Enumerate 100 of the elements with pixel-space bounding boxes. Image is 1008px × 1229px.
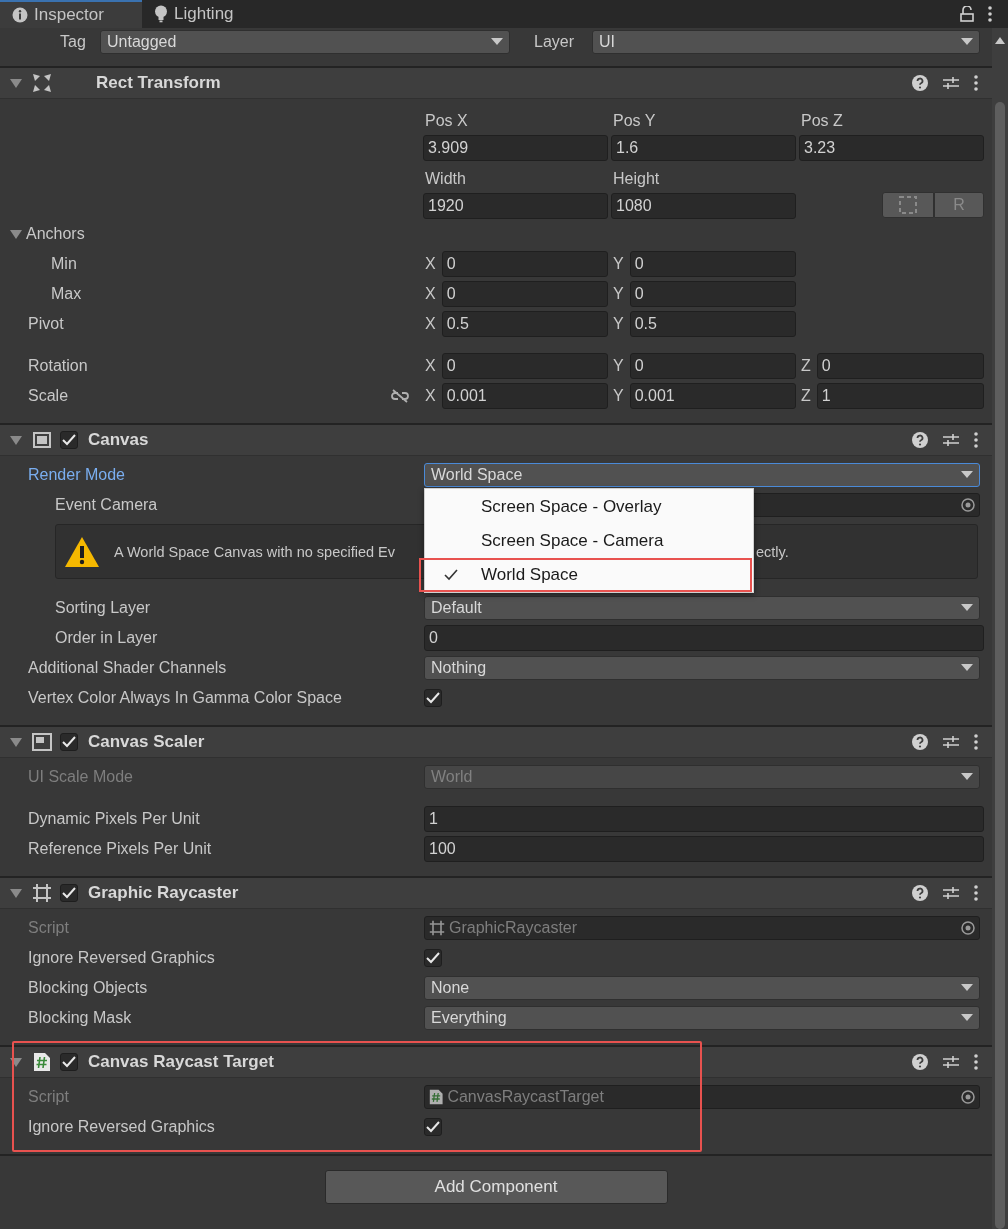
field-label: Blocking Mask	[27, 1009, 133, 1027]
text-field[interactable]: 0.5	[441, 311, 608, 337]
presets-sliders-icon[interactable]	[942, 734, 960, 750]
presets-sliders-icon[interactable]	[942, 1054, 960, 1070]
add-component-button[interactable]: Add Component	[324, 1170, 668, 1204]
component-header[interactable]: Graphic Raycaster	[0, 878, 992, 909]
dropdown[interactable]: Default	[424, 596, 980, 620]
presets-sliders-icon[interactable]	[942, 885, 960, 901]
layer-dropdown[interactable]: UI	[592, 30, 980, 54]
checkmark-icon	[443, 567, 459, 583]
text-field[interactable]: 1080	[611, 193, 796, 219]
text-field[interactable]: 3.909	[423, 135, 608, 161]
help-icon[interactable]	[912, 734, 928, 750]
field-label: Additional Shader Channels	[27, 659, 228, 677]
checkbox[interactable]	[60, 1053, 78, 1071]
text-field[interactable]: 0.001	[441, 383, 608, 409]
more-menu-icon[interactable]	[974, 75, 978, 91]
field-label: Ignore Reversed Graphics	[27, 949, 216, 967]
text-field[interactable]: 1	[816, 383, 984, 409]
scroll-up-icon[interactable]	[995, 36, 1005, 44]
lock-icon[interactable]	[960, 6, 974, 22]
text-field[interactable]: 0.5	[629, 311, 796, 337]
presets-sliders-icon[interactable]	[942, 75, 960, 91]
scrollbar-thumb[interactable]	[995, 102, 1005, 1229]
help-icon[interactable]	[912, 1054, 928, 1070]
field-label: Tag	[60, 33, 87, 51]
scaler-icon	[32, 732, 52, 752]
text-field[interactable]: 0	[816, 353, 984, 379]
component-header[interactable]: Rect Transform	[0, 68, 992, 99]
target-icon[interactable]	[961, 498, 975, 512]
warning-icon	[64, 535, 100, 568]
more-menu-icon[interactable]	[974, 1054, 978, 1070]
checkbox[interactable]	[424, 949, 442, 967]
raycaster-icon	[429, 920, 445, 936]
target-icon[interactable]	[961, 921, 975, 935]
text-field[interactable]: 0.001	[629, 383, 796, 409]
foldout-arrow-icon[interactable]	[10, 77, 22, 89]
text-field[interactable]: 0	[629, 251, 796, 277]
field-label: Blocking Objects	[27, 979, 149, 997]
axis-label: X	[425, 357, 436, 375]
help-icon[interactable]	[912, 432, 928, 448]
more-menu-icon[interactable]	[974, 734, 978, 750]
foldout-arrow-icon[interactable]	[10, 1056, 22, 1068]
canvas-icon	[32, 430, 52, 450]
more-menu-icon[interactable]	[988, 6, 992, 22]
component-title: Canvas Raycast Target	[88, 1052, 274, 1072]
dropdown[interactable]: Nothing	[424, 656, 980, 680]
foldout-label[interactable]: Anchors	[26, 225, 85, 243]
checkbox[interactable]	[60, 431, 78, 449]
dropdown[interactable]: World Space	[424, 463, 980, 487]
text-field[interactable]: 0	[629, 281, 796, 307]
foldout-arrow-icon[interactable]	[10, 434, 22, 446]
help-text: A World Space Canvas with no specified Ev	[114, 543, 395, 560]
text-field[interactable]: 100	[424, 836, 984, 862]
text-field[interactable]: 0	[629, 353, 796, 379]
field-label: Pivot	[27, 315, 64, 333]
axis-label: X	[425, 387, 436, 405]
tab[interactable]: Lighting	[142, 0, 246, 28]
help-text: ectly.	[756, 543, 790, 560]
field-label: Script	[27, 1088, 70, 1106]
text-field[interactable]: 1	[424, 806, 984, 832]
menu-option[interactable]: Screen Space - Overlay	[425, 490, 753, 524]
checkbox[interactable]	[424, 689, 442, 707]
tag-dropdown[interactable]: Untagged	[100, 30, 510, 54]
checkbox[interactable]	[60, 733, 78, 751]
presets-sliders-icon[interactable]	[942, 432, 960, 448]
blueprint-button[interactable]	[882, 192, 934, 218]
field-label: Dynamic Pixels Per Unit	[27, 810, 201, 828]
checkbox[interactable]	[424, 1118, 442, 1136]
scrollbar[interactable]	[992, 28, 1008, 1229]
target-icon[interactable]	[961, 1090, 975, 1104]
text-field[interactable]: 3.23	[799, 135, 984, 161]
text-field[interactable]: 0	[441, 251, 608, 277]
menu-option[interactable]: Screen Space - Camera	[425, 524, 753, 558]
text-field[interactable]: 1.6	[611, 135, 796, 161]
more-menu-icon[interactable]	[974, 432, 978, 448]
dropdown[interactable]: None	[424, 976, 980, 1000]
text-field[interactable]: 0	[441, 353, 608, 379]
more-menu-icon[interactable]	[974, 885, 978, 901]
help-icon[interactable]	[912, 885, 928, 901]
move-arrows-icon	[32, 73, 52, 93]
axis-label: Y	[613, 315, 624, 333]
menu-option[interactable]: World Space	[419, 558, 752, 592]
help-icon[interactable]	[912, 75, 928, 91]
component-header[interactable]: Canvas	[0, 425, 992, 456]
component-header[interactable]: Canvas Scaler	[0, 727, 992, 758]
text-field[interactable]: 1920	[423, 193, 608, 219]
foldout-arrow-icon[interactable]	[10, 887, 22, 899]
foldout-arrow-icon[interactable]	[10, 736, 22, 748]
broken-link-icon[interactable]	[390, 389, 410, 403]
dropdown[interactable]: Everything	[424, 1006, 980, 1030]
checkbox[interactable]	[60, 884, 78, 902]
axis-label: Z	[801, 357, 811, 375]
foldout-arrow-icon[interactable]	[10, 228, 22, 240]
axis-label: Y	[613, 387, 624, 405]
component-header[interactable]: Canvas Raycast Target	[0, 1047, 992, 1078]
text-field[interactable]: 0	[424, 625, 984, 651]
tab[interactable]: Inspector	[0, 0, 142, 28]
text-field[interactable]: 0	[441, 281, 608, 307]
axis-label: X	[425, 285, 436, 303]
